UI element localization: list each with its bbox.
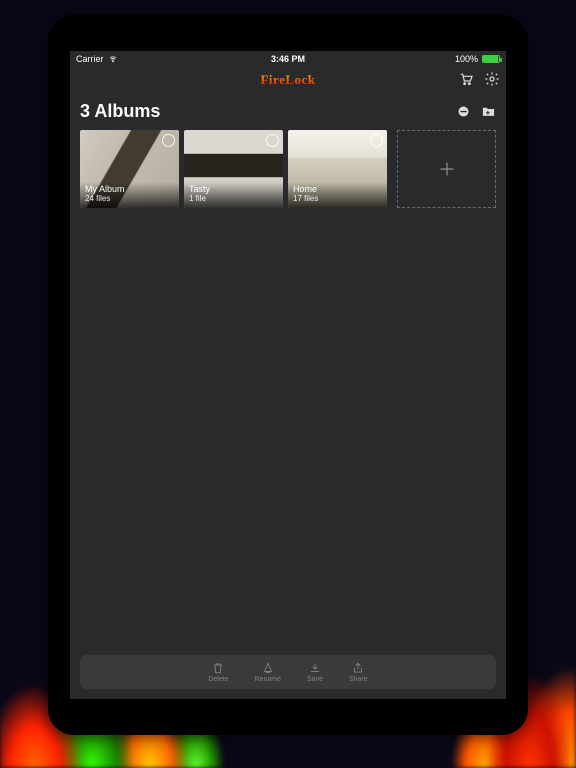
screen: Carrier 3:46 PM 100% FireLock [70, 51, 506, 699]
toolbar-label: Share [349, 676, 368, 683]
gear-icon[interactable] [484, 71, 500, 87]
app-title: FireLock [260, 72, 315, 88]
rename-icon [261, 661, 275, 675]
page-title: 3 Albums [80, 101, 160, 122]
album-grid: My Album 24 files Tasty 1 file Home 17 f… [70, 126, 506, 212]
share-icon [351, 661, 365, 675]
status-bar: Carrier 3:46 PM 100% [70, 51, 506, 67]
plus-icon [436, 158, 458, 180]
delete-button[interactable]: Delete [208, 661, 228, 683]
remove-icon[interactable] [456, 104, 471, 119]
selection-circle-icon[interactable] [162, 134, 175, 147]
album-file-count: 24 files [85, 195, 174, 204]
toolbar-label: Delete [208, 676, 228, 683]
album-file-count: 17 files [293, 195, 382, 204]
add-album-button[interactable] [397, 130, 496, 208]
rename-button[interactable]: Rename [255, 661, 281, 683]
toolbar-label: Rename [255, 676, 281, 683]
selection-circle-icon[interactable] [370, 134, 383, 147]
toolbar-label: Save [307, 676, 323, 683]
clock-label: 3:46 PM [70, 54, 506, 64]
save-button[interactable]: Save [307, 661, 323, 683]
album-item[interactable]: Tasty 1 file [184, 130, 283, 208]
album-file-count: 1 file [189, 195, 278, 204]
tablet-frame: Carrier 3:46 PM 100% FireLock [48, 15, 528, 735]
album-item[interactable]: Home 17 files [288, 130, 387, 208]
share-button[interactable]: Share [349, 661, 368, 683]
nav-bar: FireLock [70, 67, 506, 93]
battery-icon [482, 55, 500, 63]
add-folder-icon[interactable] [481, 104, 496, 119]
selection-circle-icon[interactable] [266, 134, 279, 147]
bottom-toolbar: Delete Rename Save Share [80, 655, 496, 689]
download-icon [308, 661, 322, 675]
header-row: 3 Albums [70, 93, 506, 126]
trash-icon [211, 661, 225, 675]
album-item[interactable]: My Album 24 files [80, 130, 179, 208]
cart-icon[interactable] [458, 71, 474, 87]
